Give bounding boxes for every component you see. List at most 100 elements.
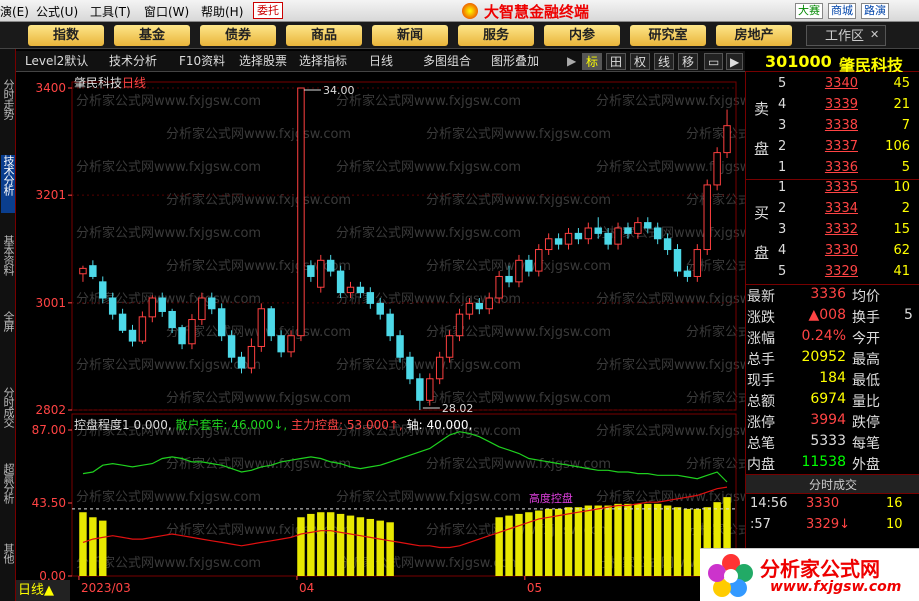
select-stock-button[interactable]: 选择股票 <box>236 53 290 70</box>
sell-price[interactable]: 3336 <box>814 160 858 175</box>
menu-tools[interactable]: 工具(T) <box>90 3 131 20</box>
quote-value: 3994 <box>810 412 846 428</box>
mall-button[interactable]: 商城 <box>828 3 856 19</box>
control-bar <box>79 512 87 576</box>
sell-row[interactable]: 5 3340 45 <box>746 76 919 97</box>
control-bar <box>346 515 355 576</box>
candle-body <box>297 87 305 337</box>
candle-body <box>158 297 166 312</box>
grid-button[interactable]: 田 <box>606 53 627 70</box>
indicator-tick-label: 87.00 <box>32 423 66 437</box>
buy-volume: 15 <box>893 222 910 237</box>
buy-row[interactable]: 2 3334 2 <box>746 201 919 222</box>
nav-fund[interactable]: 基金 <box>114 25 190 46</box>
kline-frame <box>71 81 737 411</box>
entrust-button[interactable]: 委托 <box>253 2 283 19</box>
candle-body <box>208 297 216 310</box>
nav-service[interactable]: 服务 <box>458 25 534 46</box>
rights-button[interactable]: 权 <box>630 53 651 70</box>
tab-fundamental[interactable]: 基本资料 <box>1 235 15 295</box>
contest-button[interactable]: 大赛 <box>795 3 823 19</box>
buy-price[interactable]: 3330 <box>814 243 858 258</box>
candle-body <box>505 275 513 283</box>
quote-key-2: 每笔 <box>852 436 880 452</box>
window-icon[interactable]: ▭ <box>704 53 724 70</box>
buy-price[interactable]: 3329 <box>814 264 858 279</box>
line-button[interactable]: 线 <box>654 53 675 70</box>
chart-area[interactable]: 分析家公式网www.fxjgsw.com 分析家公式网www.fxjgsw.com… <box>16 72 871 601</box>
menu-window[interactable]: 窗口(W) <box>144 3 189 20</box>
nav-research[interactable]: 研究室 <box>630 25 706 46</box>
sell-price[interactable]: 3337 <box>814 139 858 154</box>
x-tick-label: 04 <box>299 581 314 595</box>
level2-dropdown[interactable]: Level2默认 <box>22 53 91 70</box>
tab-intraday[interactable]: 分时走势 <box>1 79 15 151</box>
multi-chart-dropdown[interactable]: 多图组合 <box>420 53 474 70</box>
nav-insider[interactable]: 内参 <box>544 25 620 46</box>
quote-key: 涨跌 <box>747 310 775 326</box>
trade-volume: 10 <box>886 517 903 532</box>
chart-toolbar: Level2默认 技术分析 F10资料 选择股票 选择指标 日线 多图组合 图形… <box>16 51 745 72</box>
roadshow-button[interactable]: 路演 <box>861 3 889 19</box>
control-bar <box>307 513 315 576</box>
period-dropdown[interactable]: 日线 <box>366 53 396 70</box>
next-icon[interactable]: ▶ <box>726 53 744 70</box>
sell-price[interactable]: 3340 <box>814 76 858 91</box>
menu-formula[interactable]: 公式(U) <box>36 3 78 20</box>
candle-body <box>317 259 325 288</box>
play-icon[interactable]: ▶ <box>564 53 579 70</box>
buy-price[interactable]: 3332 <box>814 222 858 237</box>
buy-row[interactable]: 5 3329 41 <box>746 264 919 285</box>
period-tab[interactable]: 日线▲ <box>16 580 70 601</box>
quote-value: 20952 <box>801 349 846 365</box>
buy-price[interactable]: 3335 <box>814 180 858 195</box>
tab-other[interactable]: 其他 <box>1 543 15 575</box>
tab-trades[interactable]: 分时成交 <box>1 387 15 447</box>
menu-help[interactable]: 帮助(H) <box>201 3 243 20</box>
close-icon[interactable]: ✕ <box>870 28 879 41</box>
candle-body <box>634 222 642 234</box>
tech-analysis-dropdown[interactable]: 技术分析 <box>106 53 160 70</box>
trade-time: 14:56 <box>750 496 788 511</box>
buy-row[interactable]: 3 3332 15 <box>746 222 919 243</box>
sell-volume: 21 <box>893 97 910 112</box>
sell-price[interactable]: 3339 <box>814 97 858 112</box>
nav-bond[interactable]: 债券 <box>200 25 276 46</box>
kline-chart[interactable]: 3400 3201 3001 2802 34.00 28.02 87.00 43.50 0.00… <box>16 72 745 601</box>
buy-volume: 41 <box>893 264 910 279</box>
candle-body <box>198 297 206 321</box>
sell-row[interactable]: 1 3336 5 <box>746 160 919 181</box>
move-button[interactable]: 移 <box>678 53 699 70</box>
quote-panel: 卖 盘 5 3340 45 4 3339 21 3 3338 7 2 3337 106 1 3336 5 买… <box>745 72 919 601</box>
mark-button[interactable]: 标 <box>582 53 603 70</box>
buy-row[interactable]: 1 3335 10 <box>746 180 919 201</box>
nav-news[interactable]: 新闻 <box>372 25 448 46</box>
control-bar <box>297 517 305 576</box>
kline-tick-label: 3001 <box>35 296 66 310</box>
sell-row[interactable]: 2 3337 106 <box>746 139 919 160</box>
buy-price[interactable]: 3334 <box>814 201 858 216</box>
candle-body <box>108 297 117 315</box>
overlay-dropdown[interactable]: 图形叠加 <box>488 53 542 70</box>
sell-price[interactable]: 3338 <box>814 118 858 133</box>
sell-row[interactable]: 4 3339 21 <box>746 97 919 118</box>
candle-body <box>673 249 682 272</box>
control-bar <box>584 505 593 576</box>
sell-row[interactable]: 3 3338 7 <box>746 118 919 139</box>
tab-fullscreen[interactable]: 全屏 <box>1 311 15 341</box>
buy-row[interactable]: 4 3330 62 <box>746 243 919 264</box>
candle-body <box>267 308 275 337</box>
tab-superwin[interactable]: 超赢分析 <box>1 463 15 523</box>
tab-technical[interactable]: 技术分析 <box>1 155 15 213</box>
f10-button[interactable]: F10资料 <box>176 53 228 70</box>
candle-body <box>614 227 622 245</box>
nav-index[interactable]: 指数 <box>28 25 104 46</box>
buy-level: 4 <box>778 243 787 258</box>
nav-realestate[interactable]: 房地产 <box>716 25 792 46</box>
logo-url: www.fxjgsw.com <box>770 579 902 595</box>
select-indicator-button[interactable]: 选择指标 <box>296 53 350 70</box>
candle-body <box>435 356 444 380</box>
nav-commodity[interactable]: 商品 <box>286 25 362 46</box>
menu-edit[interactable]: 演(E) <box>0 3 29 20</box>
time-trades-header[interactable]: 分时成交 <box>746 474 919 494</box>
